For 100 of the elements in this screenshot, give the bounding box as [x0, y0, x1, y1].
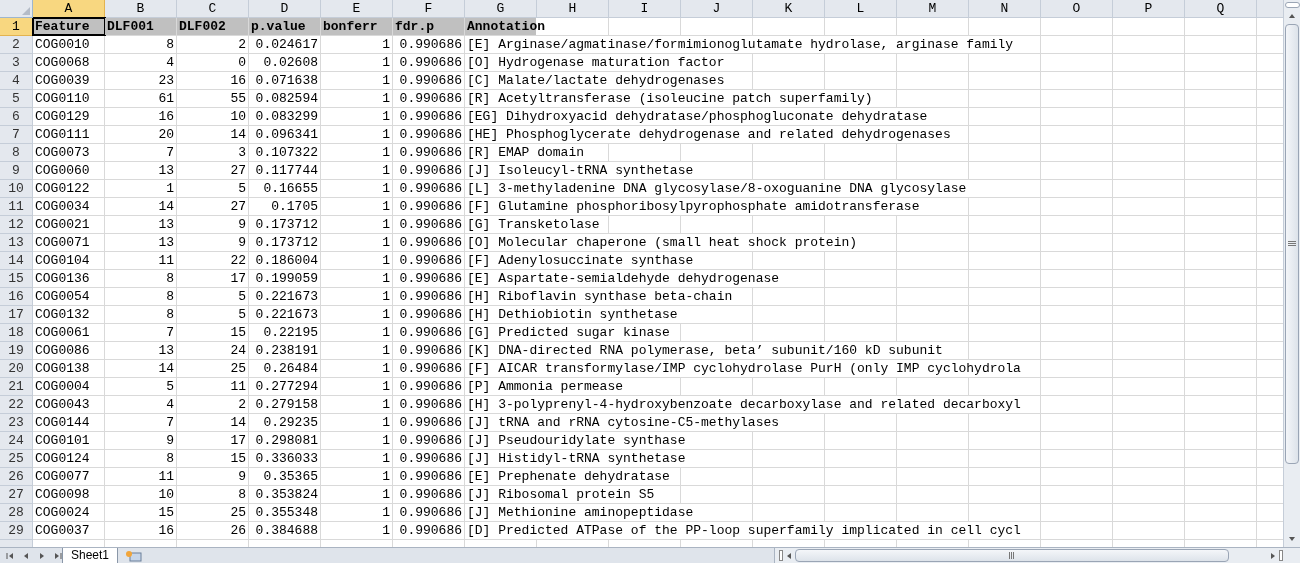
column-header[interactable]: K	[753, 0, 825, 18]
row-header[interactable]: 9	[0, 162, 33, 180]
row-header[interactable]: 8	[0, 144, 33, 162]
row-header[interactable]: 20	[0, 360, 33, 378]
scrollbar-thumb[interactable]	[1285, 24, 1299, 464]
last-sheet-icon[interactable]	[54, 551, 62, 560]
table-cell: 2	[177, 36, 249, 53]
table-cell: 8	[105, 450, 177, 467]
column-header[interactable]: M	[897, 0, 969, 18]
table-cell: 17	[177, 432, 249, 449]
column-header[interactable]: O	[1041, 0, 1113, 18]
table-cell: 15	[105, 504, 177, 521]
table-cell: COG0037	[33, 522, 105, 539]
scrollbar-thumb[interactable]	[795, 549, 1230, 562]
row-header[interactable]: 14	[0, 252, 33, 270]
row-header[interactable]: 21	[0, 378, 33, 396]
table-cell: 13	[105, 234, 177, 251]
table-cell: 8	[105, 270, 177, 287]
horizontal-scrollbar[interactable]	[774, 548, 1300, 563]
row-header[interactable]: 28	[0, 504, 33, 522]
row-header[interactable]: 13	[0, 234, 33, 252]
row-header[interactable]: 29	[0, 522, 33, 540]
sheet-tab[interactable]: Sheet1	[62, 547, 119, 563]
row-header[interactable]: 17	[0, 306, 33, 324]
column-header[interactable]: H	[537, 0, 609, 18]
table-cell: COG0138	[33, 360, 105, 377]
header-cell[interactable]: DLF002	[177, 18, 249, 35]
header-cell[interactable]: Feature	[33, 18, 105, 35]
table-cell: 1	[321, 396, 393, 413]
row-header[interactable]: 26	[0, 468, 33, 486]
row-header[interactable]: 6	[0, 108, 33, 126]
row-header[interactable]: 1	[0, 18, 33, 36]
table-cell: 1	[321, 414, 393, 431]
row-header[interactable]: 15	[0, 270, 33, 288]
row-header[interactable]: 11	[0, 198, 33, 216]
column-header[interactable]: C	[177, 0, 249, 18]
table-cell: COG0004	[33, 378, 105, 395]
row-header[interactable]: 18	[0, 324, 33, 342]
table-cell: 1	[321, 144, 393, 161]
header-cell[interactable]: DLF001	[105, 18, 177, 35]
row-header[interactable]: 16	[0, 288, 33, 306]
split-box[interactable]	[1279, 550, 1283, 561]
table-cell: 1	[321, 288, 393, 305]
row-header[interactable]: 22	[0, 396, 33, 414]
column-header[interactable]: D	[249, 0, 321, 18]
table-cell: COG0024	[33, 504, 105, 521]
row-header[interactable]: 7	[0, 126, 33, 144]
column-header[interactable]: A	[33, 0, 105, 18]
table-cell: 5	[105, 378, 177, 395]
row-header[interactable]: 19	[0, 342, 33, 360]
row-header[interactable]: 10	[0, 180, 33, 198]
scroll-left-arrow-icon[interactable]	[785, 551, 794, 560]
column-header[interactable]: N	[969, 0, 1041, 18]
row-header[interactable]: 23	[0, 414, 33, 432]
table-cell: COG0060	[33, 162, 105, 179]
row-header[interactable]: 3	[0, 54, 33, 72]
column-header[interactable]: J	[681, 0, 753, 18]
column-header[interactable]: B	[105, 0, 177, 18]
column-header[interactable]: I	[609, 0, 681, 18]
column-header[interactable]: L	[825, 0, 897, 18]
table-cell: COG0043	[33, 396, 105, 413]
table-cell: 1	[321, 234, 393, 251]
table-cell: 4	[105, 54, 177, 71]
column-header[interactable]: Q	[1185, 0, 1257, 18]
table-cell: 1	[321, 270, 393, 287]
split-box[interactable]	[779, 550, 784, 561]
column-header[interactable]: E	[321, 0, 393, 18]
table-cell: 0.298081	[249, 432, 321, 449]
header-cell[interactable]: fdr.p	[393, 18, 465, 35]
scroll-down-arrow-icon[interactable]	[1288, 535, 1296, 543]
table-cell: 0.173712	[249, 234, 321, 251]
column-header[interactable]: G	[465, 0, 537, 18]
row-header[interactable]: 12	[0, 216, 33, 234]
first-sheet-icon[interactable]	[6, 551, 14, 560]
vertical-scrollbar[interactable]	[1283, 0, 1300, 547]
header-cell[interactable]: bonferr	[321, 18, 393, 35]
table-cell: 22	[177, 252, 249, 269]
column-header[interactable]: F	[393, 0, 465, 18]
row-header[interactable]: 27	[0, 486, 33, 504]
scroll-up-arrow-icon[interactable]	[1288, 12, 1296, 20]
table-cell: 0.29235	[249, 414, 321, 431]
row-header[interactable]: 5	[0, 90, 33, 108]
scroll-right-arrow-icon[interactable]	[1269, 551, 1277, 560]
row-header[interactable]: 2	[0, 36, 33, 54]
row-header[interactable]: 24	[0, 432, 33, 450]
table-cell: 11	[105, 252, 177, 269]
table-cell: 0.35365	[249, 468, 321, 485]
header-cell[interactable]: p.value	[249, 18, 321, 35]
next-sheet-icon[interactable]	[38, 551, 46, 560]
table-cell: 0	[177, 54, 249, 71]
table-cell: 1	[321, 468, 393, 485]
insert-sheet-icon[interactable]	[124, 548, 145, 563]
table-cell: 7	[105, 324, 177, 341]
table-cell: 55	[177, 90, 249, 107]
column-header[interactable]: P	[1113, 0, 1185, 18]
table-cell: 1	[321, 486, 393, 503]
table-cell: 0.355348	[249, 504, 321, 521]
previous-sheet-icon[interactable]	[22, 551, 30, 560]
row-header[interactable]: 25	[0, 450, 33, 468]
row-header[interactable]: 4	[0, 72, 33, 90]
